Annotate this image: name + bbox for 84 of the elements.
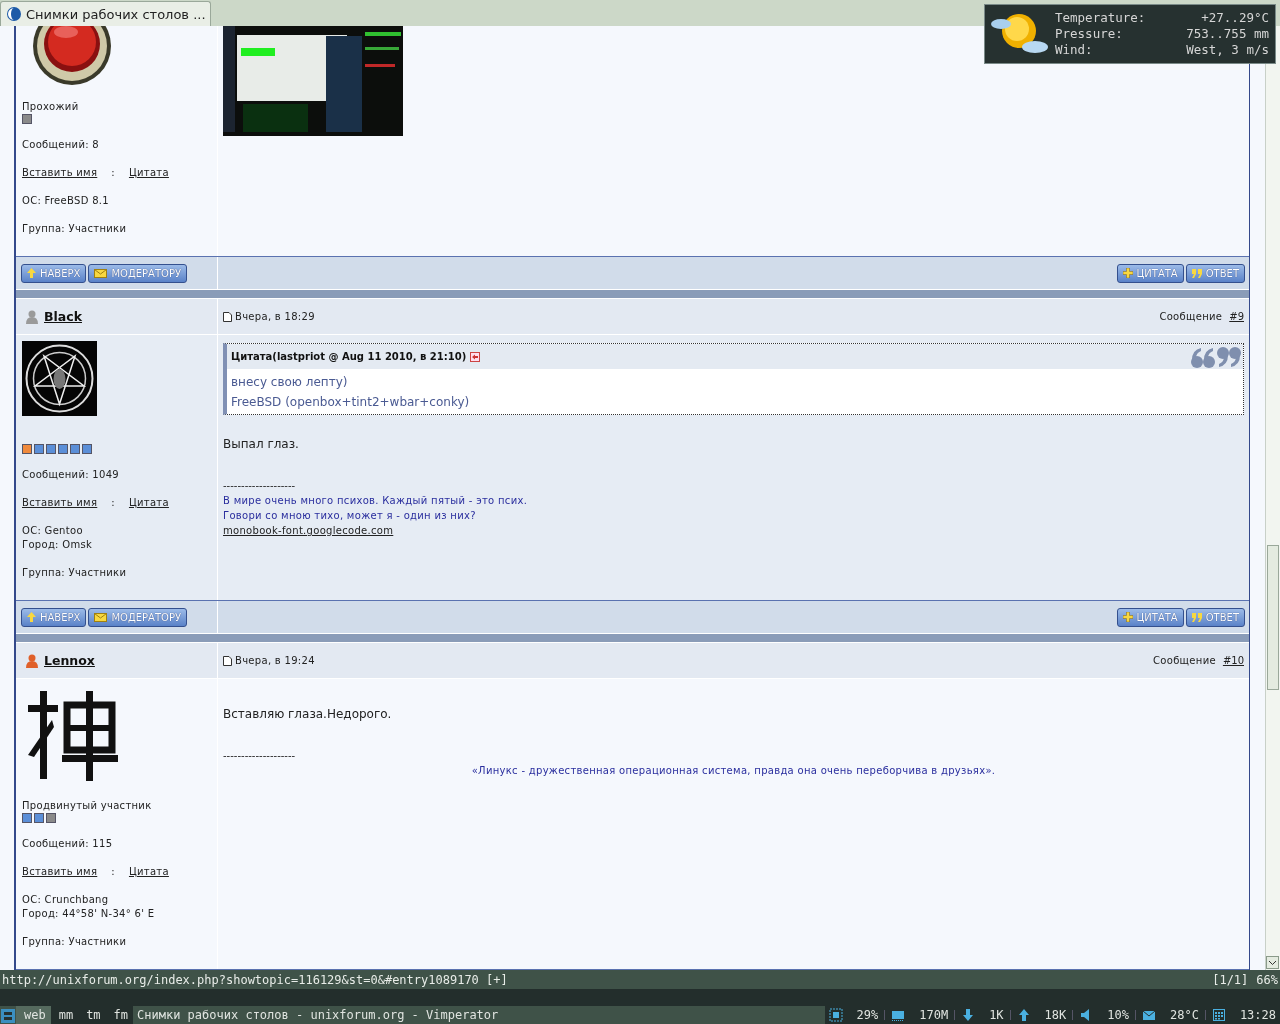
- workspace-tag[interactable]: mm: [50, 1006, 79, 1024]
- member-rank: Прохожий: [22, 101, 79, 112]
- post-text: Выпал глаз.: [223, 437, 300, 451]
- member-rank: Продвинутый участник: [22, 800, 152, 811]
- post-number-label: Сообщение: [1159, 311, 1223, 322]
- post-number-link[interactable]: #10: [1222, 655, 1244, 666]
- calendar-icon: [1211, 1008, 1226, 1022]
- quote-marks-icon: [1191, 268, 1202, 278]
- member-group: Группа: Участники: [22, 222, 211, 236]
- post-date: Вчера, в 18:29: [235, 311, 315, 322]
- workspace-tag[interactable]: web: [16, 1006, 51, 1024]
- browser-logo-icon: [6, 6, 22, 22]
- workspace-tag[interactable]: fm: [105, 1006, 134, 1024]
- author-link[interactable]: Black: [44, 309, 82, 324]
- envelope-icon: [94, 612, 108, 622]
- link-separator: :: [111, 496, 115, 510]
- workspace-tag[interactable]: tm: [78, 1006, 106, 1024]
- post-number-link[interactable]: #9: [1229, 311, 1244, 322]
- memory-icon: [891, 1008, 906, 1022]
- weather-value: +27..29°C: [1200, 10, 1269, 26]
- status-value: 28°C: [1169, 1008, 1199, 1022]
- weather-value: 753..755 mm: [1186, 26, 1269, 42]
- status-value: 170M: [919, 1008, 949, 1022]
- link-separator: :: [111, 865, 115, 879]
- quote-text: FreeBSD (openbox+tint2+wbar+conky): [231, 394, 471, 411]
- weather-label: Wind:: [1055, 42, 1094, 58]
- link-separator: :: [111, 166, 115, 180]
- quote-marks-icon: [1189, 344, 1241, 369]
- profile-detail: Город: Omsk: [22, 538, 94, 552]
- post-text: Вставляю глаза.Недорого.: [223, 707, 393, 721]
- zoom-level: 66%: [1256, 972, 1278, 987]
- profile-detail: ОС: Gentoo: [22, 524, 84, 538]
- status-value: 1K: [989, 1008, 1004, 1022]
- scroll-down-icon[interactable]: [1266, 956, 1279, 969]
- weather-value: West, 3 m/s: [1186, 42, 1269, 58]
- signature-rule: --------------------: [223, 479, 297, 493]
- member-group: Группа: Участники: [22, 566, 211, 580]
- weather-label: Pressure:: [1055, 26, 1124, 42]
- quote-link[interactable]: Цитата: [128, 166, 169, 180]
- down-arrow-icon: [961, 1008, 976, 1022]
- member-group: Группа: Участники: [22, 935, 211, 949]
- window-title: Снимки рабочих столов - unixforum.org - Vimperator: [137, 1008, 500, 1022]
- post-number-label: Сообщение: [1153, 655, 1216, 666]
- scrollbar-thumb[interactable]: [1267, 545, 1279, 690]
- post-count: Сообщений: 115: [22, 837, 114, 851]
- cpu-icon: [828, 1008, 843, 1022]
- status-value: 18K: [1044, 1008, 1067, 1022]
- insert-name-link[interactable]: Вставить имя: [22, 865, 98, 879]
- signature-rule: --------------------: [223, 749, 297, 763]
- plus-icon: [1122, 268, 1133, 278]
- link-url: http://unixforum.org/index.php?showtopic=116129&st=0&#entry1089170 [+]: [2, 972, 508, 987]
- insert-name-link[interactable]: Вставить имя: [22, 496, 98, 510]
- back-arrow-icon[interactable]: [470, 351, 481, 362]
- insert-name-link[interactable]: Вставить имя: [22, 166, 98, 180]
- profile-detail: Город: 44°58' N-34° 6' E: [22, 907, 156, 921]
- up-arrow-icon: [27, 612, 36, 622]
- signature-text: «Линукс - дружественная операционная система, правда она очень переборчива в друзьях».: [470, 764, 997, 778]
- signature-text: Говори со мною тихо, может я - один из них?: [223, 509, 477, 523]
- status-value: 13:28: [1239, 1008, 1276, 1022]
- page-position: [1/1]: [1212, 972, 1249, 987]
- up-arrow-icon: [1016, 1008, 1031, 1022]
- browser-tab[interactable]: Снимки рабочих столов ...: [0, 1, 211, 26]
- document-icon: [223, 655, 232, 666]
- post-count: Сообщений: 8: [22, 138, 100, 152]
- status-value: 10%: [1107, 1008, 1129, 1022]
- quote-marks-icon: [1191, 612, 1202, 622]
- signature-link[interactable]: monobook-font.googlecode.com: [223, 525, 394, 536]
- quote-text: внесу свою лепту): [231, 374, 349, 391]
- profile-detail: ОС: FreeBSD 8.1: [22, 194, 110, 208]
- document-icon: [223, 311, 232, 322]
- profile-detail: ОС: Crunchbang: [22, 893, 110, 907]
- post-date: Вчера, в 19:24: [235, 655, 315, 666]
- up-arrow-icon: [27, 268, 36, 278]
- plus-icon: [1122, 612, 1133, 622]
- quote-link[interactable]: Цитата: [128, 496, 169, 510]
- quote-title: Цитата(lastpriot @ Aug 11 2010, в 21:10): [231, 351, 467, 362]
- signature-text: В мире очень много психов. Каждый пятый - это псих.: [223, 494, 529, 508]
- author-link[interactable]: Lennox: [44, 653, 95, 668]
- quote-link[interactable]: Цитата: [128, 865, 169, 879]
- weather-label: Temperature:: [1055, 10, 1147, 26]
- layout-icon[interactable]: [0, 1006, 16, 1024]
- post-count: Сообщений: 1049: [22, 468, 120, 482]
- envelope-icon: [94, 268, 108, 278]
- status-value: 29%: [856, 1008, 879, 1022]
